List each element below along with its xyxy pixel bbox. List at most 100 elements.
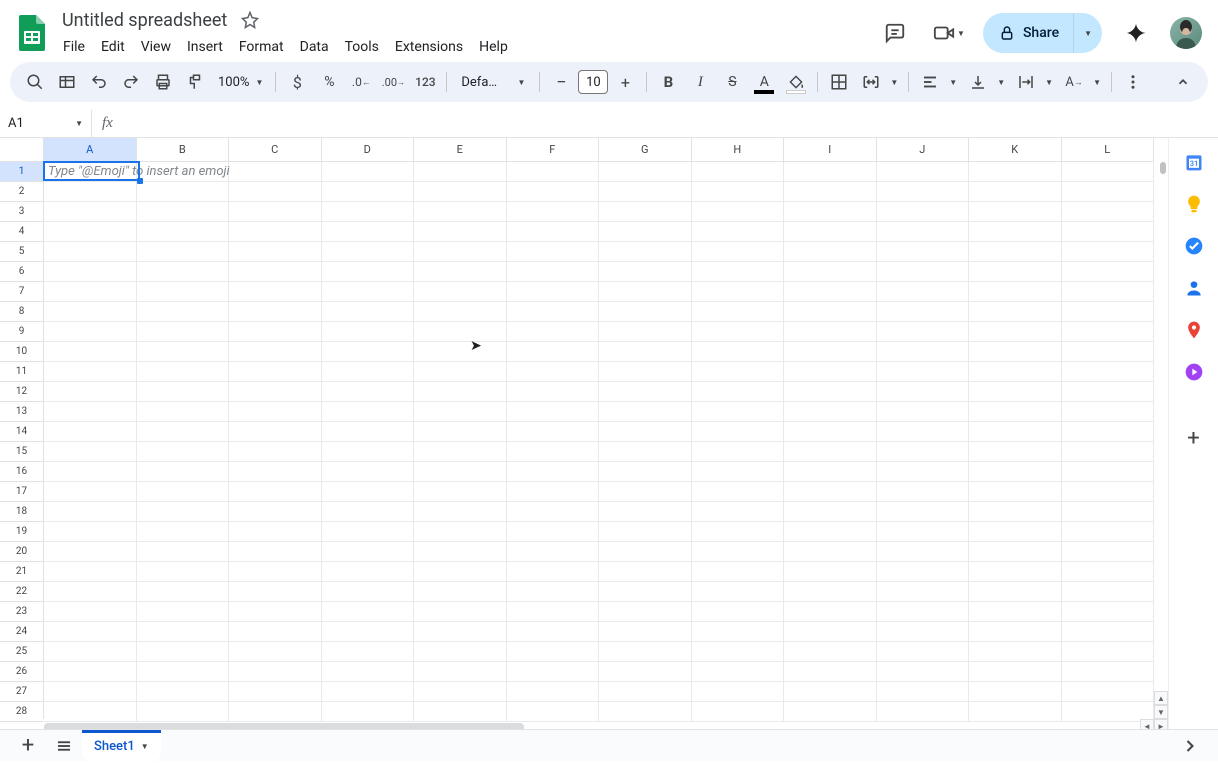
- cell[interactable]: [692, 662, 785, 682]
- row-header[interactable]: 12: [0, 382, 43, 402]
- cell[interactable]: [784, 182, 877, 202]
- cell[interactable]: [1062, 202, 1155, 222]
- cell[interactable]: [322, 382, 415, 402]
- cell[interactable]: [44, 362, 137, 382]
- cell[interactable]: [969, 182, 1062, 202]
- cell[interactable]: [137, 602, 230, 622]
- cell[interactable]: [1062, 622, 1155, 642]
- cell[interactable]: [137, 182, 230, 202]
- cell[interactable]: [229, 562, 322, 582]
- row-header[interactable]: 17: [0, 482, 43, 502]
- cell[interactable]: [877, 522, 970, 542]
- cell[interactable]: [599, 342, 692, 362]
- cell[interactable]: [1062, 542, 1155, 562]
- cell[interactable]: [969, 242, 1062, 262]
- cell[interactable]: [507, 642, 600, 662]
- paint-format-icon[interactable]: [180, 67, 210, 97]
- cell[interactable]: [44, 222, 137, 242]
- cell[interactable]: [507, 302, 600, 322]
- cell[interactable]: [599, 522, 692, 542]
- cell[interactable]: [229, 282, 322, 302]
- cell[interactable]: [322, 422, 415, 442]
- cell[interactable]: [784, 282, 877, 302]
- cell[interactable]: [137, 642, 230, 662]
- currency-icon[interactable]: $: [282, 67, 312, 97]
- cell[interactable]: [414, 402, 507, 422]
- tasks-app-icon[interactable]: [1184, 236, 1204, 256]
- cell[interactable]: [322, 642, 415, 662]
- bold-icon[interactable]: B: [653, 67, 683, 97]
- cell[interactable]: [414, 222, 507, 242]
- zoom-select[interactable]: 100%▼: [212, 75, 269, 90]
- cell[interactable]: [44, 182, 137, 202]
- column-header[interactable]: H: [692, 138, 785, 161]
- cell[interactable]: [692, 642, 785, 662]
- cell[interactable]: [137, 582, 230, 602]
- cell[interactable]: [692, 182, 785, 202]
- row-header[interactable]: 21: [0, 562, 43, 582]
- cell[interactable]: [692, 362, 785, 382]
- text-wrap-icon[interactable]: ▼: [1011, 67, 1057, 97]
- scroll-up-icon[interactable]: ▲: [1154, 691, 1168, 705]
- cell[interactable]: [969, 422, 1062, 442]
- cell[interactable]: [692, 342, 785, 362]
- cell[interactable]: [137, 362, 230, 382]
- cell[interactable]: [137, 162, 230, 182]
- cell[interactable]: [1062, 502, 1155, 522]
- row-header[interactable]: 22: [0, 582, 43, 602]
- cell[interactable]: [44, 602, 137, 622]
- cell[interactable]: [692, 202, 785, 222]
- cell[interactable]: [1062, 642, 1155, 662]
- cell[interactable]: [44, 442, 137, 462]
- cell[interactable]: [784, 482, 877, 502]
- cell[interactable]: [414, 322, 507, 342]
- cell[interactable]: [322, 582, 415, 602]
- cell[interactable]: [1062, 482, 1155, 502]
- cell[interactable]: [414, 662, 507, 682]
- cell[interactable]: [1062, 602, 1155, 622]
- font-select[interactable]: Defaul...▼: [453, 75, 533, 90]
- cell[interactable]: [692, 482, 785, 502]
- cell[interactable]: [1062, 662, 1155, 682]
- cell[interactable]: [877, 642, 970, 662]
- cell[interactable]: [229, 262, 322, 282]
- cell[interactable]: [969, 582, 1062, 602]
- cell[interactable]: [877, 382, 970, 402]
- menu-extensions[interactable]: Extensions: [388, 35, 470, 59]
- star-icon[interactable]: [241, 11, 259, 29]
- cell[interactable]: [414, 562, 507, 582]
- cell[interactable]: [137, 482, 230, 502]
- cell[interactable]: [1062, 462, 1155, 482]
- cell[interactable]: [877, 302, 970, 322]
- column-header[interactable]: B: [137, 138, 230, 161]
- cell[interactable]: [599, 682, 692, 702]
- row-header[interactable]: 19: [0, 522, 43, 542]
- row-header[interactable]: 13: [0, 402, 43, 422]
- row-header[interactable]: 26: [0, 662, 43, 682]
- cell[interactable]: [969, 382, 1062, 402]
- calendar-app-icon[interactable]: 31: [1184, 152, 1204, 172]
- cell[interactable]: [877, 462, 970, 482]
- cell[interactable]: [969, 282, 1062, 302]
- cell[interactable]: [877, 682, 970, 702]
- cell[interactable]: [44, 302, 137, 322]
- cell[interactable]: [877, 222, 970, 242]
- cell[interactable]: [969, 362, 1062, 382]
- text-color-icon[interactable]: A: [749, 67, 779, 97]
- menu-tools[interactable]: Tools: [338, 35, 386, 59]
- cell[interactable]: [507, 202, 600, 222]
- decrease-font-icon[interactable]: −: [546, 67, 576, 97]
- cell[interactable]: [969, 402, 1062, 422]
- contacts-app-icon[interactable]: [1184, 278, 1204, 298]
- cell[interactable]: [1062, 682, 1155, 702]
- strikethrough-icon[interactable]: S: [717, 67, 747, 97]
- column-header[interactable]: A: [44, 138, 137, 161]
- cell[interactable]: [414, 202, 507, 222]
- cell[interactable]: [229, 482, 322, 502]
- menu-format[interactable]: Format: [232, 35, 291, 59]
- cell[interactable]: [229, 382, 322, 402]
- more-toolbar-icon[interactable]: [1118, 67, 1148, 97]
- cell[interactable]: [44, 622, 137, 642]
- cell[interactable]: [969, 682, 1062, 702]
- cell[interactable]: [322, 502, 415, 522]
